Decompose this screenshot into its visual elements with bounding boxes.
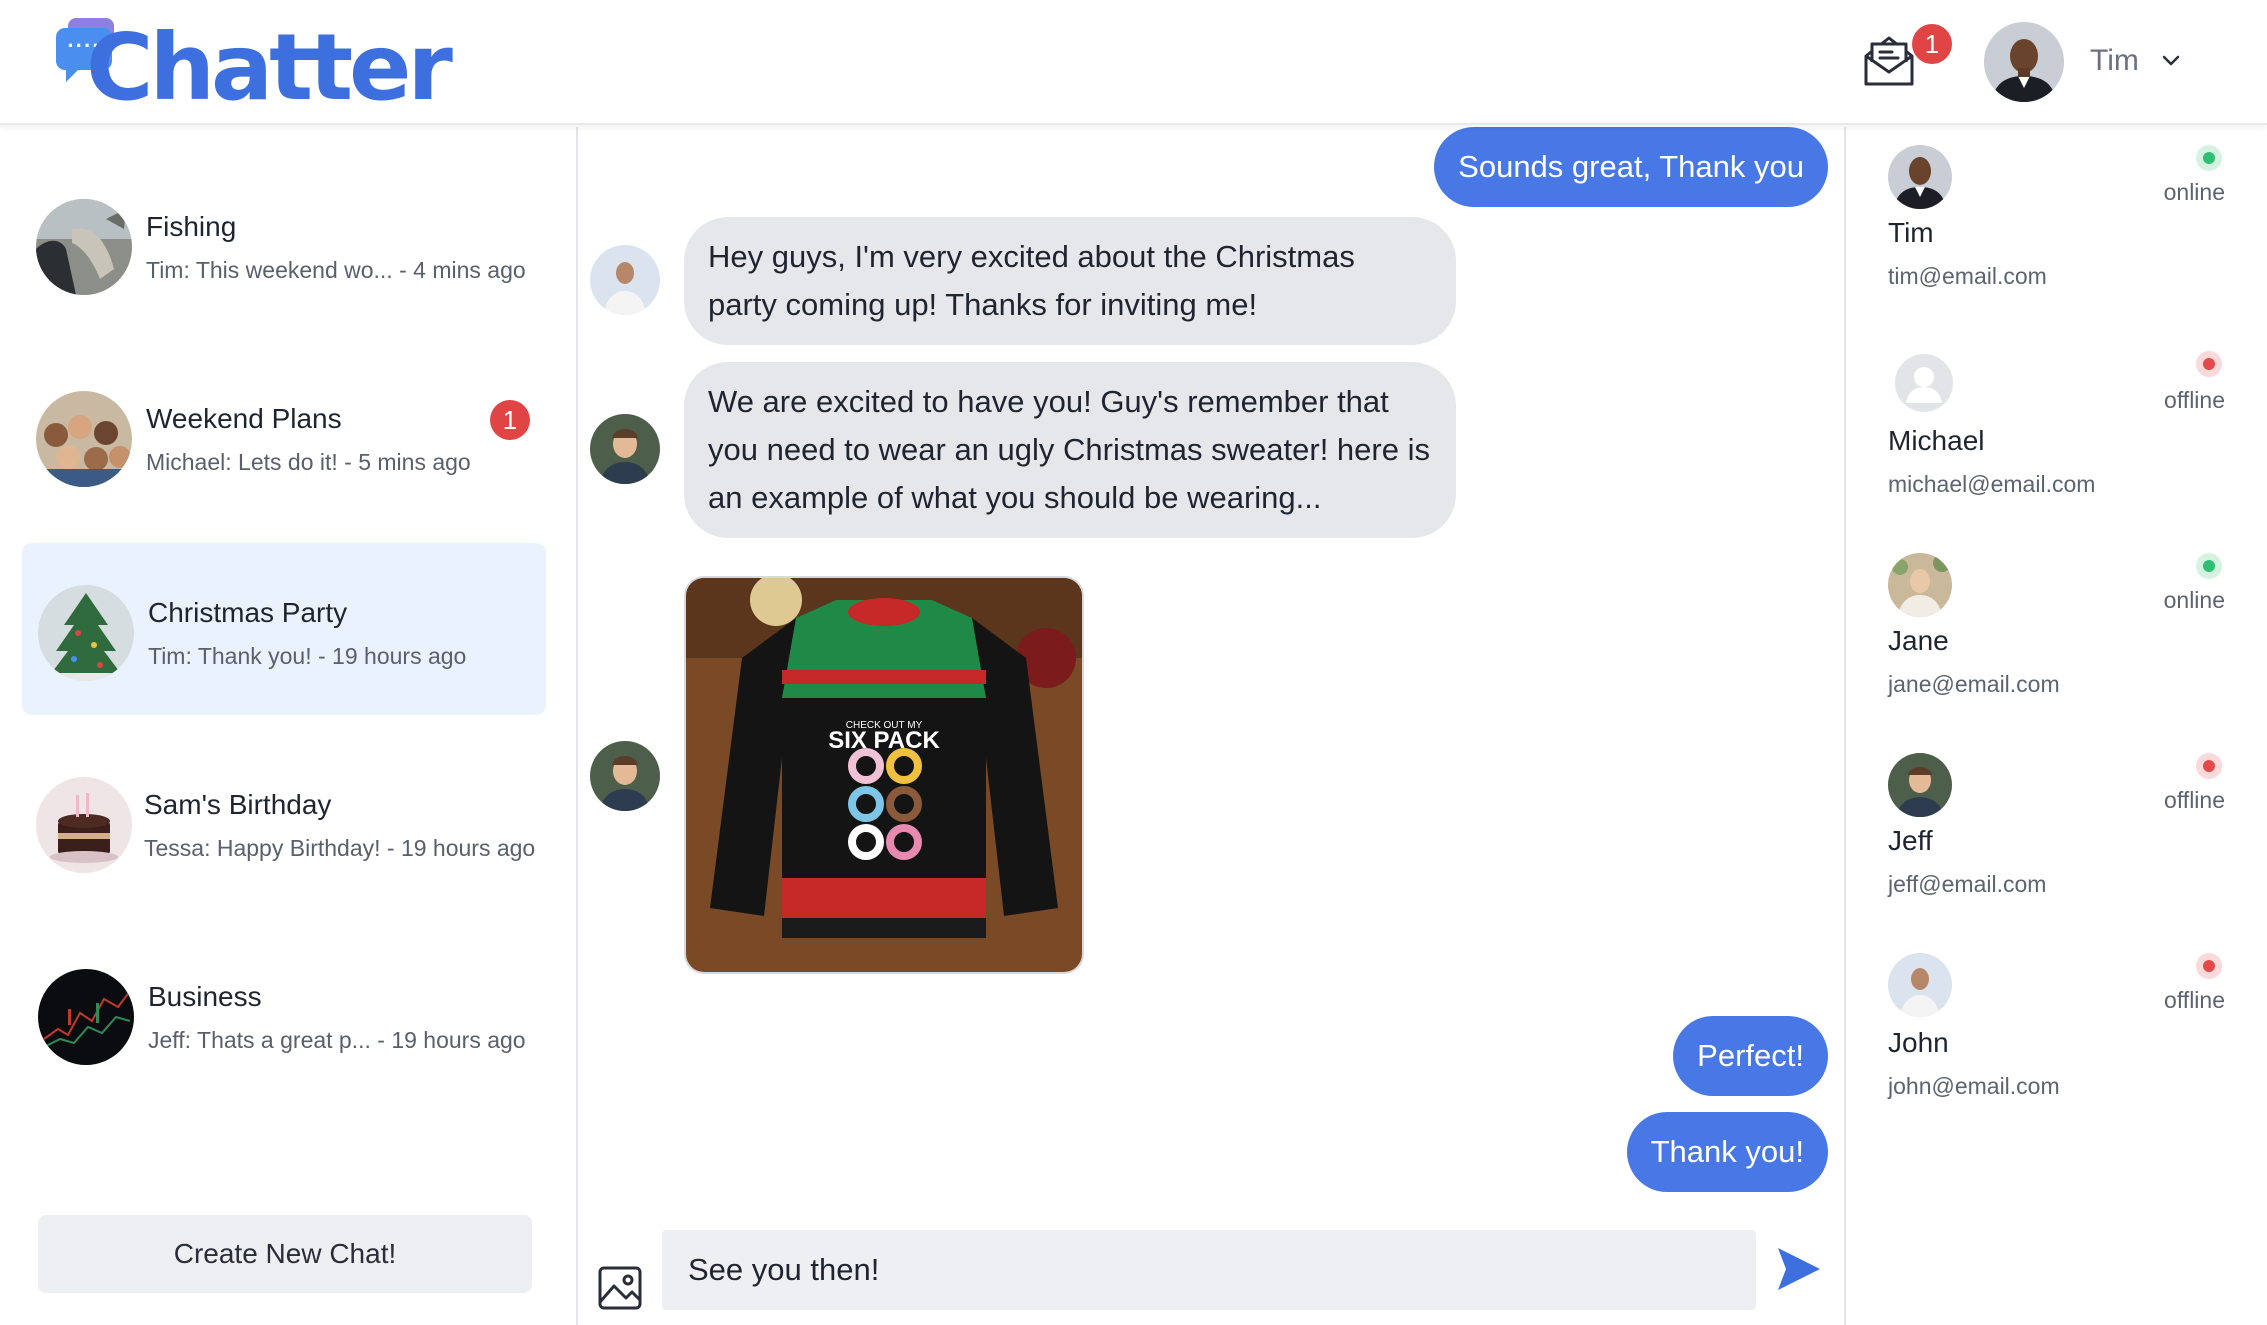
member-email: jane@email.com [1888,671,2060,697]
online-status-icon [2196,553,2222,579]
member-jeff[interactable]: Jeff jeff@email.com offline [1846,743,2267,943]
chat-title: Christmas Party [148,597,348,628]
member-avatar [1888,145,1952,209]
offline-status-icon [2196,953,2222,979]
member-email: john@email.com [1888,1073,2060,1099]
members-panel: Tim tim@email.com online Michael michael… [1844,127,2267,1325]
chat-preview: Tim: This weekend wo... - 4 mins ago [146,257,526,283]
member-avatar [1888,953,1952,1017]
chat-title: Business [148,981,262,1012]
chat-preview: Tessa: Happy Birthday! - 19 hours ago [144,835,536,861]
member-john[interactable]: John john@email.com offline [1846,943,2267,1143]
member-michael[interactable]: Michael michael@email.com offline [1846,335,2267,535]
member-email: jeff@email.com [1888,871,2047,897]
their-message: Hey guys, I'm very excited about the Chr… [684,217,1456,345]
chat-title: Fishing [146,211,237,242]
member-name: John [1888,1027,1949,1058]
chat-item-weekend-plans[interactable]: Weekend Plans Michael: Lets do it! - 5 m… [22,349,546,521]
member-avatar [1888,753,1952,817]
member-name: Jane [1888,625,1949,656]
unread-badge: 1 [490,400,530,440]
sender-avatar [590,414,660,484]
chat-list-sidebar: Fishing Tim: This weekend wo... - 4 mins… [0,127,578,1325]
my-message: Perfect! [1673,1016,1828,1096]
chat-item-christmas-party[interactable]: Christmas Party Tim: Thank you! - 19 hou… [22,543,546,715]
chevron-down-icon[interactable] [2160,50,2182,72]
chat-avatar [36,391,132,487]
member-jane[interactable]: Jane jane@email.com online [1846,543,2267,743]
member-tim[interactable]: Tim tim@email.com online [1846,127,2267,327]
notification-badge: 1 [1912,24,1952,64]
chat-item-fishing[interactable]: Fishing Tim: This weekend wo... - 4 mins… [22,157,546,329]
member-status: offline [2164,987,2225,1013]
member-status: offline [2164,387,2225,413]
chat-avatar [38,585,134,681]
chat-avatar [36,199,132,295]
offline-status-icon [2196,351,2222,377]
chatter-logo[interactable]: ···· Chatter [56,14,456,118]
sweater-image[interactable]: CHECK OUT MY SIX PACK [684,576,1084,974]
my-message: Sounds great, Thank you [1434,127,1828,207]
chat-preview: Tim: Thank you! - 19 hours ago [148,643,467,669]
envelope-icon [1864,36,1914,86]
message-thread: Sounds great, Thank you Hey guys, I'm ve… [580,127,1844,1325]
chat-title: Weekend Plans [146,403,342,434]
attach-image-icon[interactable] [596,1264,644,1312]
logo-text: Chatter [86,14,453,121]
sender-avatar [590,245,660,315]
chat-avatar [38,969,134,1065]
default-user-icon [1894,353,1954,413]
member-name: Tim [1888,217,1934,248]
message-input[interactable] [662,1230,1756,1310]
create-new-chat-button[interactable]: Create New Chat! [38,1215,532,1293]
member-email: michael@email.com [1888,471,2096,497]
member-name: Jeff [1888,825,1933,856]
inbox-button[interactable] [1858,30,1920,92]
member-name: Michael [1888,425,1985,456]
chat-title: Sam's Birthday [144,789,332,820]
user-avatar[interactable] [1984,22,2064,102]
online-status-icon [2196,145,2222,171]
offline-status-icon [2196,753,2222,779]
user-name[interactable]: Tim [2090,44,2139,78]
member-email: tim@email.com [1888,263,2047,289]
chat-preview: Jeff: Thats a great p... - 19 hours ago [148,1027,526,1053]
ugly-sweater-picture: CHECK OUT MY SIX PACK [686,578,1082,972]
my-message: Thank you! [1626,1112,1828,1192]
chat-avatar [36,777,132,873]
member-status: online [2163,587,2225,613]
member-status: online [2163,179,2225,205]
member-status: offline [2164,787,2225,813]
user-photo [1984,22,2064,102]
top-bar: ···· Chatter 1 Tim [0,0,2267,125]
send-icon[interactable] [1774,1244,1824,1294]
member-avatar [1888,553,1952,617]
sender-avatar [590,741,660,811]
their-message: We are excited to have you! Guy's rememb… [684,362,1456,538]
chat-item-business[interactable]: Business Jeff: Thats a great p... - 19 h… [22,927,546,1099]
chat-preview: Michael: Lets do it! - 5 mins ago [146,449,471,475]
chat-item-sams-birthday[interactable]: Sam's Birthday Tessa: Happy Birthday! - … [22,735,546,907]
sweater-title: SIX PACK [828,727,940,754]
